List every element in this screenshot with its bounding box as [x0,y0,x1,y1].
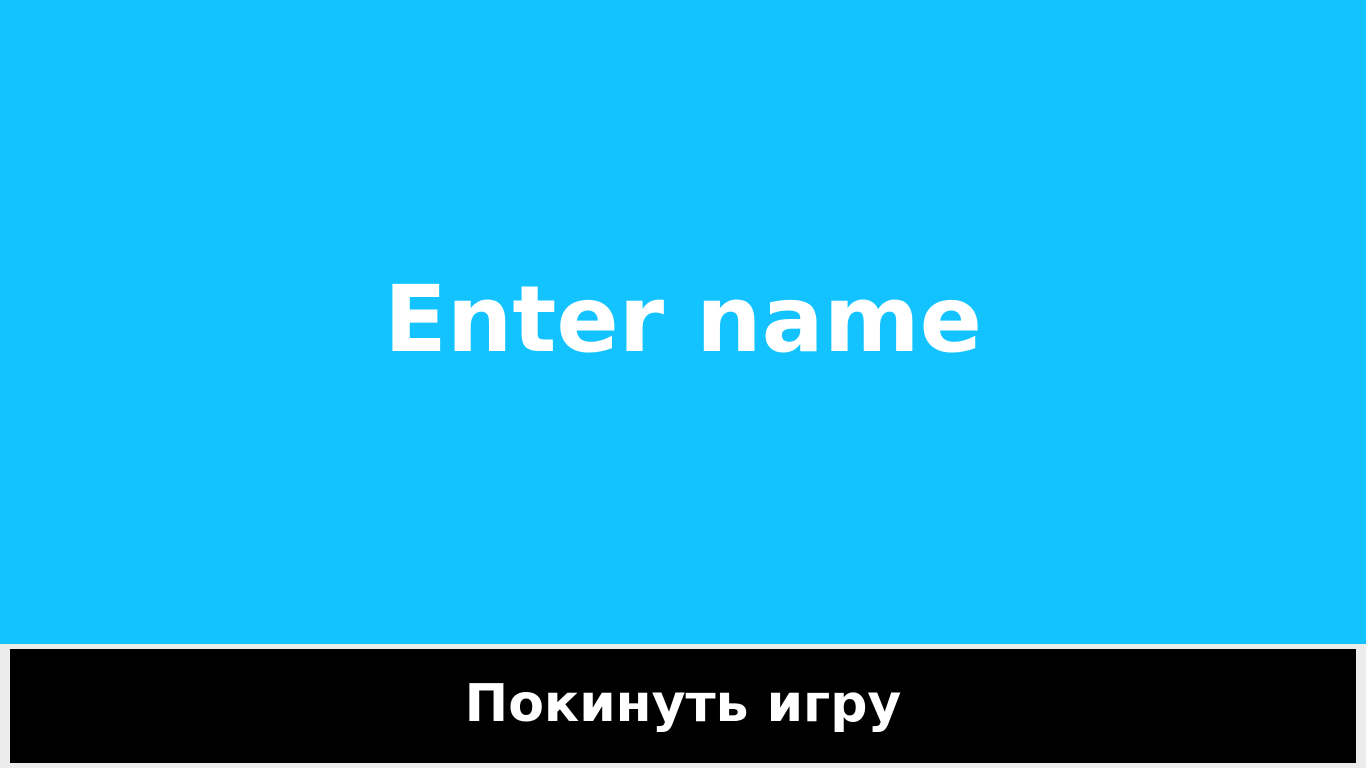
quit-game-button[interactable]: Покинуть игру [10,649,1356,763]
quit-game-label: Покинуть игру [464,674,902,734]
game-screen: Enter name Покинуть игру [0,0,1366,768]
name-prompt: Enter name [384,266,982,373]
name-entry-area[interactable]: Enter name [0,0,1366,644]
